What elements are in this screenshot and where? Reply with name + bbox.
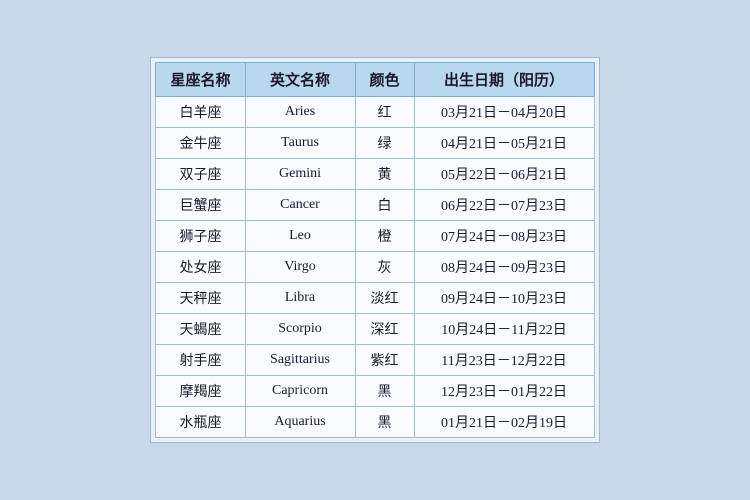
cell-chinese: 水瓶座 [156, 407, 245, 438]
table-row: 处女座Virgo灰08月24日－09月23日 [156, 252, 594, 283]
header-chinese: 星座名称 [156, 63, 245, 97]
cell-color: 深红 [355, 314, 414, 345]
cell-color: 黑 [355, 407, 414, 438]
cell-color: 灰 [355, 252, 414, 283]
cell-date: 07月24日－08月23日 [414, 221, 594, 252]
cell-english: Leo [245, 221, 355, 252]
cell-date: 06月22日－07月23日 [414, 190, 594, 221]
table-header-row: 星座名称 英文名称 颜色 出生日期（阳历） [156, 63, 594, 97]
cell-chinese: 狮子座 [156, 221, 245, 252]
cell-english: Capricorn [245, 376, 355, 407]
cell-date: 05月22日－06月21日 [414, 159, 594, 190]
table-row: 摩羯座Capricorn黑12月23日－01月22日 [156, 376, 594, 407]
cell-date: 04月21日－05月21日 [414, 128, 594, 159]
cell-english: Scorpio [245, 314, 355, 345]
header-english: 英文名称 [245, 63, 355, 97]
table-row: 巨蟹座Cancer白06月22日－07月23日 [156, 190, 594, 221]
table-row: 金牛座Taurus绿04月21日－05月21日 [156, 128, 594, 159]
cell-color: 紫红 [355, 345, 414, 376]
zodiac-table: 星座名称 英文名称 颜色 出生日期（阳历） 白羊座Aries红03月21日－04… [155, 62, 594, 438]
cell-english: Libra [245, 283, 355, 314]
cell-english: Aquarius [245, 407, 355, 438]
cell-color: 白 [355, 190, 414, 221]
cell-date: 01月21日－02月19日 [414, 407, 594, 438]
table-row: 射手座Sagittarius紫红11月23日－12月22日 [156, 345, 594, 376]
header-date: 出生日期（阳历） [414, 63, 594, 97]
cell-date: 12月23日－01月22日 [414, 376, 594, 407]
cell-english: Cancer [245, 190, 355, 221]
cell-chinese: 天蝎座 [156, 314, 245, 345]
table-row: 天蝎座Scorpio深红10月24日－11月22日 [156, 314, 594, 345]
cell-english: Taurus [245, 128, 355, 159]
table-row: 天秤座Libra淡红09月24日－10月23日 [156, 283, 594, 314]
table-row: 水瓶座Aquarius黑01月21日－02月19日 [156, 407, 594, 438]
cell-color: 橙 [355, 221, 414, 252]
cell-chinese: 金牛座 [156, 128, 245, 159]
cell-color: 绿 [355, 128, 414, 159]
cell-chinese: 双子座 [156, 159, 245, 190]
cell-color: 红 [355, 97, 414, 128]
cell-chinese: 白羊座 [156, 97, 245, 128]
cell-color: 黄 [355, 159, 414, 190]
cell-chinese: 摩羯座 [156, 376, 245, 407]
table-row: 狮子座Leo橙07月24日－08月23日 [156, 221, 594, 252]
cell-chinese: 处女座 [156, 252, 245, 283]
cell-chinese: 巨蟹座 [156, 190, 245, 221]
cell-date: 09月24日－10月23日 [414, 283, 594, 314]
cell-english: Aries [245, 97, 355, 128]
table-row: 双子座Gemini黄05月22日－06月21日 [156, 159, 594, 190]
cell-date: 10月24日－11月22日 [414, 314, 594, 345]
cell-english: Virgo [245, 252, 355, 283]
cell-color: 黑 [355, 376, 414, 407]
zodiac-table-container: 星座名称 英文名称 颜色 出生日期（阳历） 白羊座Aries红03月21日－04… [150, 57, 599, 443]
cell-date: 11月23日－12月22日 [414, 345, 594, 376]
table-row: 白羊座Aries红03月21日－04月20日 [156, 97, 594, 128]
cell-color: 淡红 [355, 283, 414, 314]
cell-chinese: 射手座 [156, 345, 245, 376]
cell-chinese: 天秤座 [156, 283, 245, 314]
cell-date: 03月21日－04月20日 [414, 97, 594, 128]
cell-english: Sagittarius [245, 345, 355, 376]
header-color: 颜色 [355, 63, 414, 97]
cell-english: Gemini [245, 159, 355, 190]
cell-date: 08月24日－09月23日 [414, 252, 594, 283]
